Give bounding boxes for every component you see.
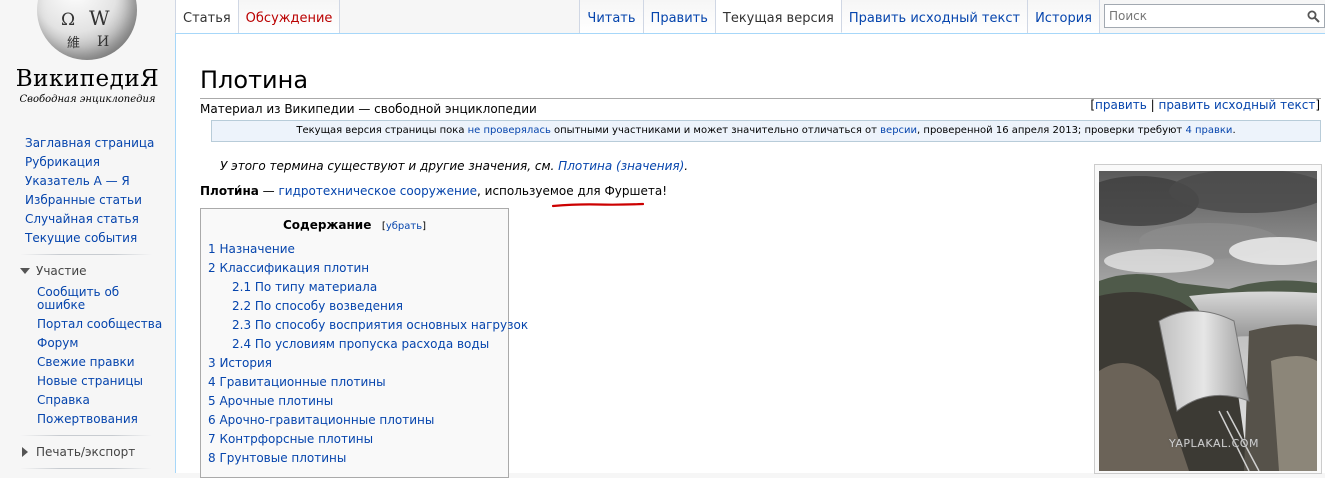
- edit-links: [править | править исходный текст]: [1090, 98, 1320, 112]
- tab-edit[interactable]: Править: [643, 0, 716, 33]
- globe-glyph: 維: [67, 36, 81, 51]
- bracket: ]: [422, 221, 426, 232]
- edit-source-link[interactable]: править исходный текст: [1158, 98, 1315, 112]
- sidebar-link-current-events[interactable]: Текущие события: [0, 229, 172, 248]
- toc-list: 1 Назначение 2 Классификация плотин 2.1 …: [201, 240, 528, 468]
- wikipedia-logo[interactable]: Ω W 維 И ВикипедиЯ Свободная энциклопедия: [0, 0, 175, 115]
- sidebar-link-forum[interactable]: Форум: [0, 334, 172, 353]
- namespace-tabs: Статья Обсуждение: [175, 0, 341, 33]
- sidebar-link-help[interactable]: Справка: [0, 391, 172, 410]
- tab-article[interactable]: Статья: [175, 0, 239, 33]
- toc-item[interactable]: 2 Классификация плотин: [208, 261, 369, 275]
- search-box: [1104, 4, 1325, 28]
- search-icon[interactable]: [1307, 10, 1320, 23]
- toc-item[interactable]: 2.2 По способу возведения: [232, 299, 403, 313]
- tab-history[interactable]: История: [1028, 0, 1100, 33]
- notice-text: Текущая версия страницы пока: [296, 125, 468, 136]
- globe-glyph: W: [89, 6, 110, 30]
- search-input[interactable]: [1105, 8, 1301, 24]
- sidebar-divider: [20, 468, 152, 469]
- dam-image-thumbnail[interactable]: YAPLAKAL.COM: [1094, 164, 1322, 474]
- notice-text: , проверенной 16 апреля 2013; проверки т…: [917, 125, 1186, 136]
- hatnote-text: У этого термина существуют и другие знач…: [220, 159, 559, 173]
- table-of-contents: Содержание [убрать] 1 Назначение 2 Класс…: [200, 208, 528, 478]
- toc-item[interactable]: 8 Грунтовые плотины: [208, 451, 346, 465]
- lead-text: , используемое для Фуршета!: [477, 184, 668, 198]
- hatnote: У этого термина существуют и другие знач…: [220, 159, 688, 173]
- dam-photo-illustration: [1099, 171, 1317, 471]
- separator: |: [1146, 98, 1159, 112]
- globe-glyph: И: [97, 34, 110, 50]
- notice-text: опытными участниками и может значительно…: [550, 125, 881, 136]
- chevron-right-icon: [22, 447, 28, 457]
- flagged-revision-notice: Текущая версия страницы пока не проверял…: [211, 120, 1321, 142]
- disambiguation-link[interactable]: Плотина (значения): [558, 159, 684, 173]
- toc-item[interactable]: 2.1 По типу материала: [232, 280, 377, 294]
- wordmark: ВикипедиЯ: [15, 66, 160, 92]
- portal-print-toggle[interactable]: Печать/экспорт: [0, 442, 172, 462]
- sidebar-link-random[interactable]: Случайная статья: [0, 210, 172, 229]
- lead-paragraph: Плоти́на — гидротехническое сооружение, …: [200, 184, 667, 198]
- toc-item[interactable]: 7 Контрфорсные плотины: [208, 432, 373, 446]
- sidebar-link-index[interactable]: Указатель А — Я: [0, 172, 172, 191]
- site-subtitle: Материал из Википедии — свободной энцикл…: [200, 102, 537, 116]
- dam-photo[interactable]: YAPLAKAL.COM: [1099, 171, 1317, 471]
- sidebar-link-new-pages[interactable]: Новые страницы: [0, 372, 172, 391]
- puzzle-globe-icon: Ω W 維 И: [37, 0, 137, 60]
- toc-item[interactable]: 6 Арочно-гравитационные плотины: [208, 413, 434, 427]
- tab-current-version[interactable]: Текущая версия: [715, 0, 842, 33]
- toc-hide-link[interactable]: убрать: [386, 221, 422, 232]
- toc-item[interactable]: 5 Арочные плотины: [208, 394, 333, 408]
- lead-text: —: [258, 184, 279, 198]
- sidebar-link-report-error[interactable]: Сообщить об ошибке: [0, 283, 137, 315]
- toc-item[interactable]: 2.3 По способу восприятия основных нагру…: [232, 318, 528, 332]
- not-reviewed-link[interactable]: не проверялась: [468, 125, 551, 136]
- hydraulic-structure-link[interactable]: гидротехническое сооружение: [278, 184, 477, 198]
- sidebar-link-donate[interactable]: Пожертвования: [0, 410, 172, 429]
- sidebar-divider: [20, 254, 152, 255]
- sidebar-link-featured[interactable]: Избранные статьи: [0, 191, 172, 210]
- toc-item[interactable]: 1 Назначение: [208, 242, 295, 256]
- content-area: Плотина Материал из Википедии — свободно…: [175, 33, 1325, 478]
- view-tabs: Читать Править Текущая версия Править ис…: [579, 0, 1100, 33]
- toc-item[interactable]: 2.4 По условиям пропуска расхода воды: [232, 337, 489, 351]
- toc-toggle: [убрать]: [376, 221, 426, 232]
- toc-item[interactable]: 4 Гравитационные плотины: [208, 375, 386, 389]
- hatnote-text: .: [684, 159, 689, 173]
- globe-glyph: Ω: [61, 10, 76, 30]
- tab-talk[interactable]: Обсуждение: [238, 0, 341, 33]
- sidebar-link-main-page[interactable]: Заглавная страница: [0, 134, 172, 153]
- sidebar-link-categories[interactable]: Рубрикация: [0, 153, 172, 172]
- notice-text: .: [1232, 125, 1236, 136]
- toc-title: Содержание [убрать]: [201, 218, 508, 232]
- tab-read[interactable]: Читать: [579, 0, 644, 33]
- page-title: Плотина: [200, 66, 309, 94]
- portal-participation-heading: Участие: [36, 264, 87, 278]
- sidebar-link-recent-changes[interactable]: Свежие правки: [0, 353, 172, 372]
- toc-item[interactable]: 3 История: [208, 356, 272, 370]
- tagline: Свободная энциклопедия: [19, 94, 156, 105]
- portal-participation-toggle[interactable]: Участие: [0, 261, 172, 281]
- portal-print-heading: Печать/экспорт: [36, 445, 136, 459]
- red-underline-annotation: [552, 202, 644, 208]
- sidebar-divider: [20, 435, 152, 436]
- toc-title-text: Содержание: [283, 218, 372, 232]
- sidebar: Заглавная страница Рубрикация Указатель …: [0, 130, 172, 475]
- tab-edit-source[interactable]: Править исходный текст: [841, 0, 1029, 33]
- watermark: YAPLAKAL.COM: [1169, 437, 1259, 450]
- pending-changes-link[interactable]: 4 правки: [1185, 125, 1232, 136]
- edit-link[interactable]: править: [1095, 98, 1147, 112]
- term-bold: Плоти́на: [200, 184, 259, 198]
- stable-version-link[interactable]: версии: [880, 125, 917, 136]
- sidebar-link-community-portal[interactable]: Портал сообщества: [0, 315, 172, 334]
- bracket: ]: [1315, 98, 1320, 112]
- chevron-down-icon: [20, 268, 30, 274]
